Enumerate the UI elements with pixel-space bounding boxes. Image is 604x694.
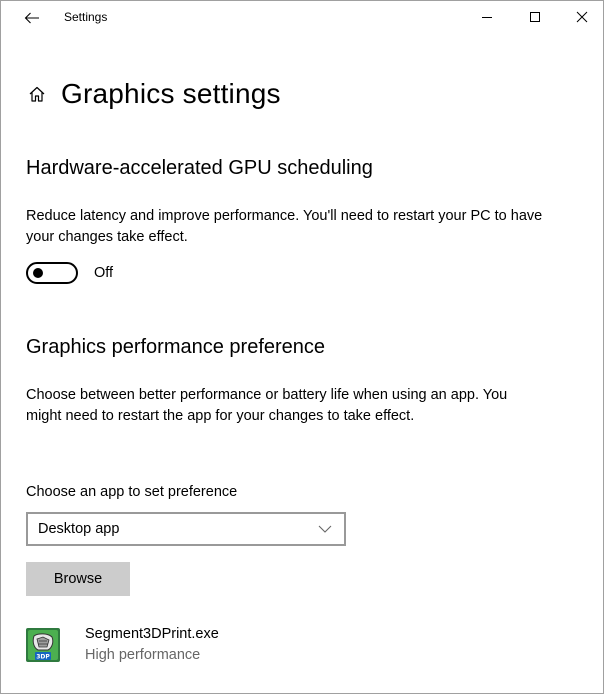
minimize-button[interactable] bbox=[464, 1, 510, 33]
app-name: Segment3DPrint.exe bbox=[85, 626, 219, 642]
maximize-icon bbox=[530, 12, 540, 22]
close-icon bbox=[576, 11, 588, 23]
title-bar: Settings bbox=[1, 1, 603, 33]
app-list-item[interactable]: 3DP Segment3DPrint.exe High performance bbox=[26, 621, 426, 669]
minimize-icon bbox=[482, 17, 492, 18]
gpu-scheduling-toggle[interactable] bbox=[26, 262, 78, 284]
toggle-knob bbox=[33, 268, 43, 278]
app-type-dropdown[interactable]: Desktop app bbox=[26, 512, 346, 546]
toggle-state-label: Off bbox=[94, 265, 114, 281]
window-title: Settings bbox=[64, 10, 108, 24]
app-preference: High performance bbox=[85, 647, 201, 663]
dropdown-selected-value: Desktop app bbox=[38, 521, 120, 537]
svg-text:3DP: 3DP bbox=[36, 654, 50, 661]
back-button[interactable] bbox=[17, 7, 47, 29]
browse-button[interactable]: Browse bbox=[26, 562, 130, 596]
page-title: Graphics settings bbox=[61, 78, 281, 109]
app-text: Segment3DPrint.exe High performance bbox=[85, 624, 219, 666]
app-type-label: Choose an app to set preference bbox=[26, 484, 238, 500]
segment3dprint-app-icon: 3DP bbox=[26, 628, 60, 662]
home-button[interactable] bbox=[26, 83, 48, 105]
close-button[interactable] bbox=[559, 1, 604, 33]
gpu-scheduling-toggle-row: Off bbox=[26, 262, 113, 284]
home-icon bbox=[29, 86, 45, 102]
gpu-scheduling-heading: Hardware-accelerated GPU scheduling bbox=[26, 157, 373, 179]
maximize-button[interactable] bbox=[512, 1, 558, 33]
back-arrow-icon bbox=[24, 12, 39, 24]
page-header: Graphics settings bbox=[26, 77, 281, 111]
settings-window: Settings Graphics settings Hardware-acce… bbox=[0, 0, 604, 694]
performance-preference-description: Choose between better performance or bat… bbox=[26, 387, 508, 424]
performance-preference-heading: Graphics performance preference bbox=[26, 336, 326, 358]
gpu-scheduling-description: Reduce latency and improve performance. … bbox=[26, 208, 543, 245]
chevron-down-icon bbox=[318, 525, 332, 533]
